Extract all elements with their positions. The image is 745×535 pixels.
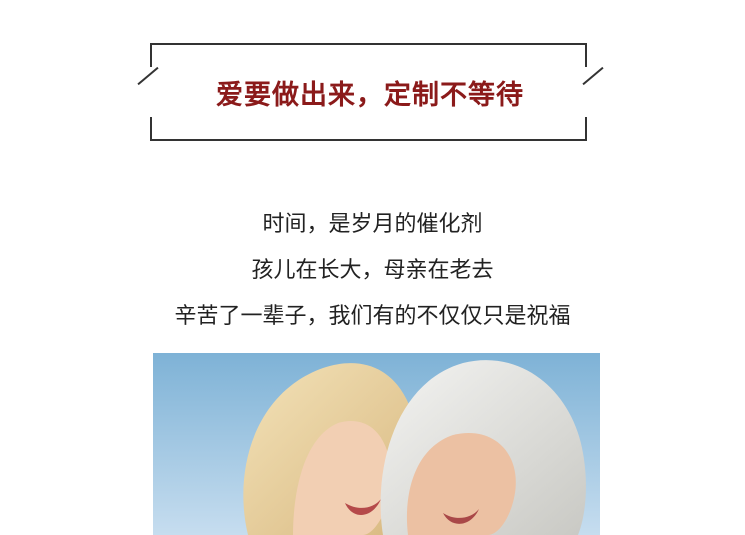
poem-line-1: 时间，是岁月的催化剂 [262, 212, 483, 237]
bracket-top [150, 43, 587, 67]
photo-illustration [153, 353, 600, 535]
bracket-bottom [150, 117, 587, 141]
poem-line-3: 辛苦了一辈子，我们有的不仅仅只是祝福 [174, 304, 571, 329]
headline: 爱要做出来，定制不等待 [160, 73, 580, 119]
poem-line-2: 孩儿在长大，母亲在老去 [251, 258, 494, 283]
mother-daughter-photo [153, 353, 600, 535]
